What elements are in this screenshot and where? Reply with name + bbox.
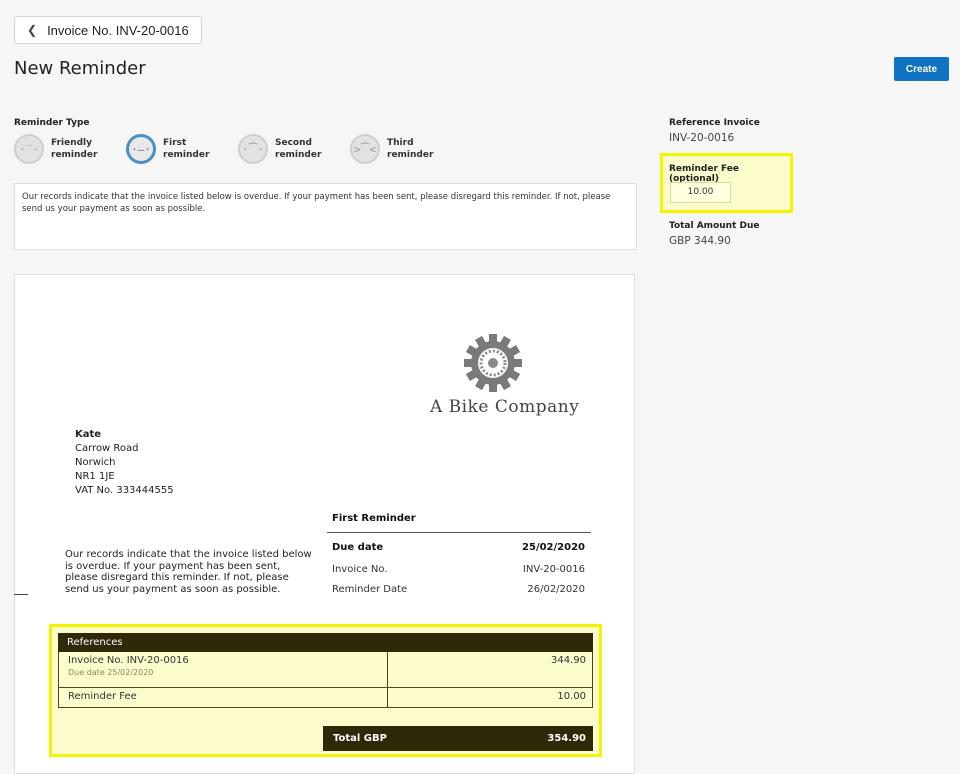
reference-invoice-label: Reference Invoice — [669, 118, 760, 128]
reference-invoice-value: INV-20-0016 — [669, 132, 735, 144]
reminder-type-second[interactable]: ·⁀· Second reminder — [238, 134, 350, 164]
fold-mark — [14, 594, 28, 595]
table-row: Invoice No. INV-20-0016 Due date 25/02/2… — [58, 652, 593, 688]
table-row: Reminder Fee 10.00 — [58, 688, 593, 708]
gear-logo-icon — [464, 334, 522, 392]
reminder-type-options: ·‾· Friendly reminder ·―· First reminder ·… — [14, 134, 462, 164]
detail-row-due-date: Due date 25/02/2020 — [332, 542, 585, 553]
reminder-message-textarea[interactable]: Our records indicate that the invoice li… — [14, 183, 637, 250]
recipient-address: Kate Carrow Road Norwich NR1 1JE VAT No.… — [75, 428, 174, 498]
reminder-title: First Reminder — [332, 513, 416, 524]
total-amount-due-value: GBP 344.90 — [669, 235, 731, 247]
total-row: Total GBP 354.90 — [323, 726, 593, 751]
address-street: Carrow Road — [75, 443, 139, 454]
reminder-fee-input[interactable]: 10.00 — [670, 182, 731, 203]
reminder-type-label-second: Second reminder — [275, 138, 322, 160]
neutral-face-icon: ·‾· — [14, 134, 44, 164]
letter-body: Our records indicate that the invoice li… — [65, 549, 312, 595]
reminder-fee-section: Reminder Fee (optional) 10.00 — [660, 153, 793, 213]
address-vat: VAT No. 333444555 — [75, 485, 174, 496]
reminder-type-friendly[interactable]: ·‾· Friendly reminder — [14, 134, 126, 164]
reminder-type-label-first: First reminder — [163, 138, 210, 160]
detail-row-invoice-no: Invoice No. INV-20-0016 — [332, 564, 585, 575]
references-header: References — [58, 633, 593, 652]
reminder-fee-label: Reminder Fee (optional) — [669, 164, 740, 184]
address-city: Norwich — [75, 457, 116, 468]
divider — [327, 532, 591, 533]
detail-row-reminder-date: Reminder Date 26/02/2020 — [332, 584, 585, 595]
address-postcode: NR1 1JE — [75, 471, 115, 482]
reminder-type-label: Reminder Type — [14, 118, 90, 128]
reminder-type-first[interactable]: ·―· First reminder — [126, 134, 238, 164]
create-button[interactable]: Create — [894, 57, 949, 81]
reminder-type-label-third: Third reminder — [387, 138, 434, 160]
company-name: A Bike Company — [430, 397, 580, 417]
angry-face-icon: >⁀< — [350, 134, 380, 164]
total-amount-due: Total Amount Due GBP 344.90 — [669, 221, 759, 247]
chevron-left-icon: ❮ — [27, 23, 38, 37]
back-button[interactable]: ❮ Invoice No. INV-20-0016 — [14, 16, 202, 44]
recipient-name: Kate — [75, 429, 102, 440]
reminder-type-label-friendly: Friendly reminder — [51, 138, 98, 160]
total-value: 354.90 — [547, 733, 586, 744]
references-table: References Invoice No. INV-20-0016 Due d… — [49, 624, 602, 757]
back-button-label: Invoice No. INV-20-0016 — [47, 22, 189, 38]
reference-invoice: Reference Invoice INV-20-0016 — [669, 118, 809, 144]
flat-face-icon: ·―· — [126, 134, 156, 164]
reminder-type-third[interactable]: >⁀< Third reminder — [350, 134, 462, 164]
page-title: New Reminder — [14, 58, 146, 79]
total-label: Total GBP — [333, 733, 387, 744]
total-amount-due-label: Total Amount Due — [669, 221, 760, 231]
sad-face-icon: ·⁀· — [238, 134, 268, 164]
